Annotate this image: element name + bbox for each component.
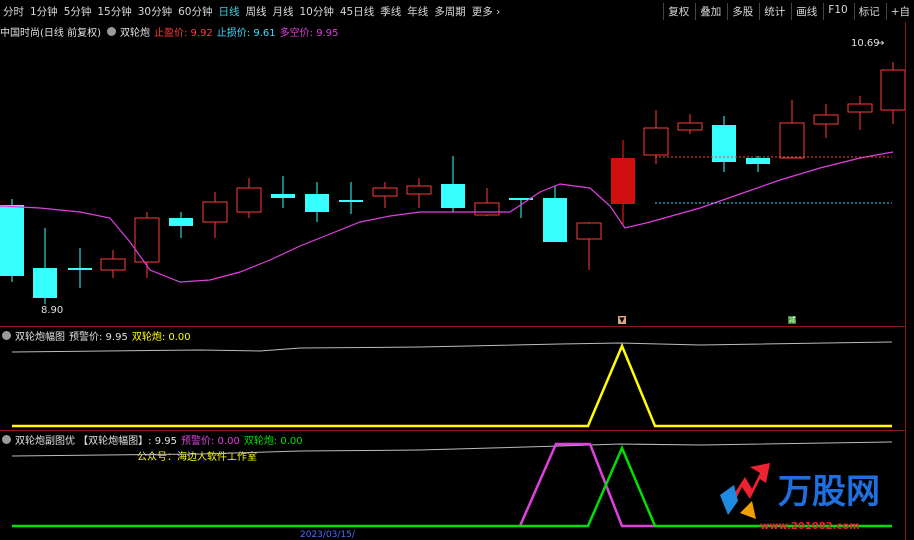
candle-body	[305, 194, 329, 212]
panel3-warn-line	[11, 441, 893, 457]
candle-body	[677, 122, 703, 131]
toolbar-button[interactable]: 叠加	[695, 3, 725, 20]
toolbar-button[interactable]: 标记	[853, 3, 884, 20]
period-tab[interactable]: 30分钟	[135, 4, 175, 19]
period-tab[interactable]: 分时	[0, 4, 27, 19]
candle-body	[441, 184, 465, 208]
low-price-label: 8.90	[41, 305, 64, 316]
panel2-warn-line	[11, 341, 893, 353]
period-tab[interactable]: 60分钟	[175, 4, 215, 19]
period-tab[interactable]: 多周期	[431, 4, 469, 19]
candle-body	[100, 258, 126, 271]
moving-average-line	[0, 151, 894, 283]
panel2-chart[interactable]	[0, 326, 905, 430]
logo-text: 万股网	[778, 472, 880, 512]
reduce-marker-icon[interactable]: 减	[788, 316, 796, 324]
period-tab[interactable]: 日线	[216, 4, 243, 19]
toolbar-button[interactable]: 复权	[663, 3, 693, 20]
candle-body	[236, 187, 262, 213]
period-tab[interactable]: 周线	[243, 4, 270, 19]
toolbar-right-buttons: 复权 叠加 多股 统计 画线 F10 标记 +自	[661, 3, 914, 20]
panel2-signal-line	[12, 342, 892, 428]
arrow-icon: →	[876, 38, 885, 49]
candle-body	[339, 200, 363, 202]
candle-body	[372, 187, 398, 197]
candle-body	[68, 268, 92, 270]
toolbar-button[interactable]: +自	[885, 3, 914, 20]
candle-body	[169, 218, 193, 226]
period-tab[interactable]: 年线	[404, 4, 431, 19]
candle-body	[134, 217, 160, 263]
wangu-logo: 万股网 www.201082.com	[720, 463, 880, 532]
period-toolbar: 分时 1分钟 5分钟 15分钟 30分钟 60分钟 日线 周线 月线 10分钟 45日线 季线 年线 多周…	[0, 0, 914, 22]
candle-body	[576, 222, 602, 240]
period-tab[interactable]: 45日线	[337, 4, 377, 19]
candle-body	[406, 185, 432, 195]
candlestick-chart[interactable]	[0, 22, 905, 326]
panel3-magenta-line	[518, 442, 655, 528]
candle-body	[33, 268, 57, 298]
candle-body	[202, 201, 228, 223]
candle-body	[611, 158, 635, 204]
candle-body	[271, 194, 295, 198]
period-tab[interactable]: 月线	[270, 4, 297, 19]
toolbar-button[interactable]: 多股	[727, 3, 757, 20]
period-tab[interactable]: 季线	[377, 4, 404, 19]
period-tabs: 分时 1分钟 5分钟 15分钟 30分钟 60分钟 日线 周线 月线 10分钟 45日线 季线 年线 多周…	[0, 4, 503, 19]
logo-url: www.201082.com	[760, 521, 860, 532]
toolbar-button[interactable]: 统计	[759, 3, 789, 20]
candle-body	[880, 69, 905, 111]
candle-body	[643, 127, 669, 156]
date-label: 2023/03/15/	[300, 530, 355, 540]
candle-body	[779, 122, 805, 159]
period-tab[interactable]: 10分钟	[297, 4, 337, 19]
candle-body	[543, 198, 567, 242]
candle-body	[813, 114, 839, 125]
period-tab[interactable]: 15分钟	[94, 4, 134, 19]
candle-body	[847, 103, 873, 113]
toolbar-button[interactable]: F10	[823, 3, 851, 20]
candle-body	[712, 125, 736, 162]
candle-body	[746, 158, 770, 164]
buy-marker-icon[interactable]: ▼	[618, 316, 626, 324]
candle-body	[474, 202, 500, 216]
candle-body	[0, 205, 24, 276]
period-tab[interactable]: 更多 ›	[469, 4, 504, 19]
period-tab[interactable]: 1分钟	[27, 4, 61, 19]
period-tab[interactable]: 5分钟	[61, 4, 95, 19]
toolbar-button[interactable]: 画线	[791, 3, 821, 20]
right-scrollbar[interactable]	[905, 22, 914, 540]
